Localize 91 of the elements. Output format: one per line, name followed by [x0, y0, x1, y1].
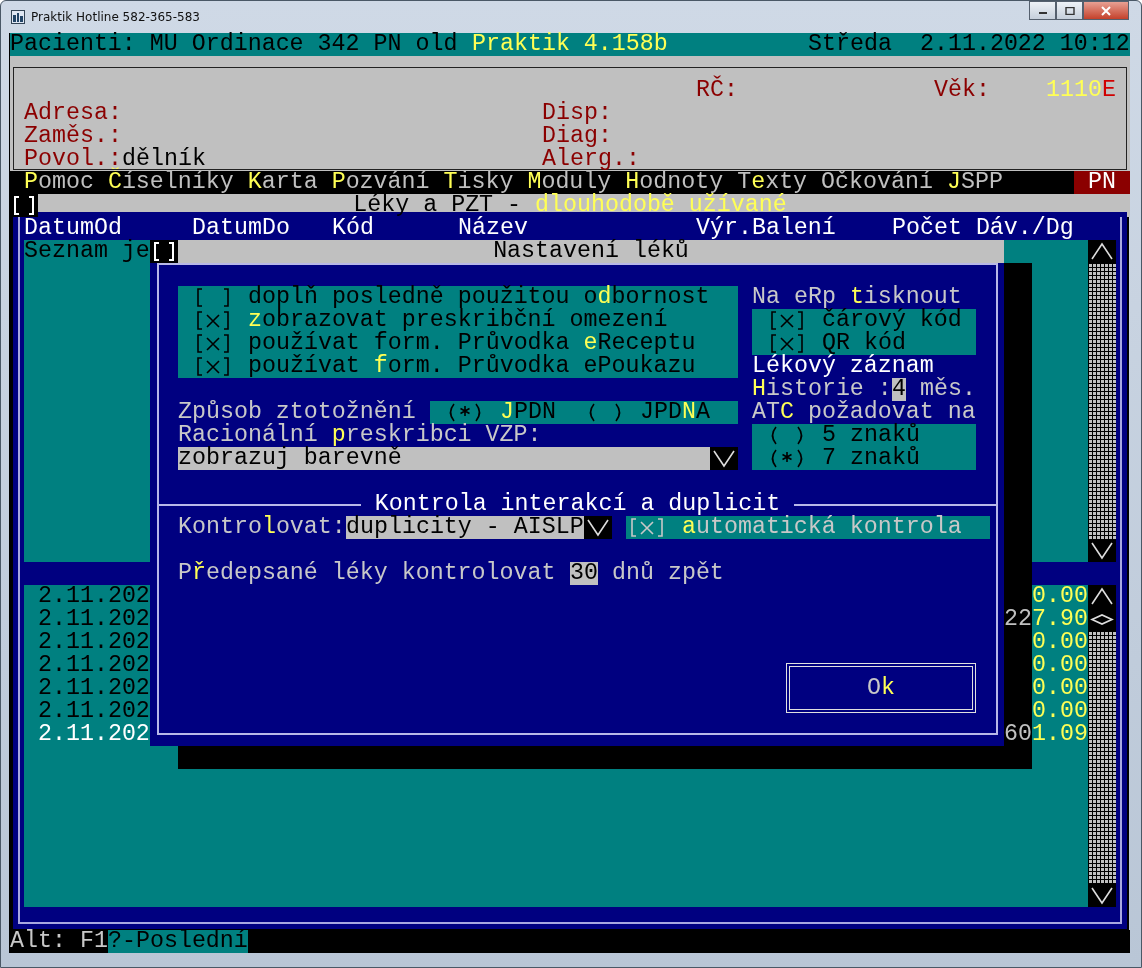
- checkbox-option[interactable]: čárový kód: [766, 309, 976, 332]
- shortcut-hint: ?-Poslední: [108, 930, 248, 953]
- mode-badge: PN: [1074, 171, 1130, 194]
- column-header: Název: [458, 217, 528, 240]
- scroll-up-icon[interactable]: [1088, 240, 1116, 263]
- ok-button[interactable]: Ok: [786, 663, 976, 713]
- checkbox-option[interactable]: zobrazovat preskribční omezení: [192, 309, 738, 332]
- maximize-icon: [1064, 6, 1075, 15]
- value-cell: 0.00: [1032, 631, 1088, 654]
- field-label: Disp:: [542, 102, 612, 125]
- minimize-button[interactable]: [1029, 1, 1056, 20]
- dropdown-field[interactable]: zobrazuj barevně: [178, 447, 710, 470]
- column-header: Výr.Balení: [696, 217, 836, 240]
- maximize-button[interactable]: [1056, 1, 1083, 20]
- app-version: Praktik 4.158b: [472, 33, 668, 56]
- value-cell: 7.90: [1032, 608, 1088, 631]
- radio-option[interactable]: 7 znaků: [766, 447, 976, 470]
- date-time: 2.11.2022 10:12: [920, 33, 1130, 56]
- field-label: Historie :: [752, 378, 892, 401]
- list-title: Léky a PZT - dlouhodobě užívané: [353, 194, 787, 217]
- menu-item[interactable]: Tisky: [443, 171, 514, 194]
- date-cell: 2.11.202: [38, 723, 150, 746]
- days-input[interactable]: 30: [570, 562, 598, 585]
- menu-item[interactable]: Hodnoty: [625, 171, 724, 194]
- close-button[interactable]: [1083, 1, 1129, 20]
- unit-label: měs.: [920, 378, 976, 401]
- table-cell: 22: [1004, 608, 1032, 631]
- scroll-up-icon[interactable]: [1088, 585, 1116, 608]
- day-name: Středa: [808, 33, 892, 56]
- value-cell: 0.00: [1032, 677, 1088, 700]
- menu-item[interactable]: Karta: [247, 171, 318, 194]
- window-title: Praktik Hotline 582-365-583: [31, 10, 200, 24]
- field-label: Kontrolovat:: [178, 516, 346, 539]
- field-label: Zaměs.:: [24, 125, 122, 148]
- value-cell: 0.00: [1032, 654, 1088, 677]
- radio-option[interactable]: JPDN: [444, 401, 584, 424]
- value-cell: 1.09: [1032, 723, 1088, 746]
- shortcut-key: Alt: F1: [10, 930, 108, 953]
- date-cell: 2.11.202: [38, 654, 150, 677]
- radio-option[interactable]: JPDNA: [584, 401, 724, 424]
- field-label: Alerg.:: [542, 148, 640, 171]
- close-icon: [1100, 5, 1112, 16]
- column-header: DatumOd: [24, 217, 122, 240]
- field-value: dělník: [122, 148, 206, 171]
- radio-option[interactable]: 5 znaků: [766, 424, 976, 447]
- field-label: Diag:: [542, 125, 612, 148]
- field-label: Adresa:: [24, 102, 122, 125]
- scroll-down-icon[interactable]: [1088, 539, 1116, 562]
- dropdown-arrow-icon[interactable]: [710, 447, 738, 470]
- dialog-title: Nastavení léků: [178, 240, 1004, 263]
- date-cell: 2.11.202: [38, 631, 150, 654]
- table-cell: 60: [1004, 723, 1032, 746]
- menu-item[interactable]: JSPP: [946, 171, 1003, 194]
- app-icon: [11, 10, 25, 24]
- field-label: Racionální preskribci VZP:: [178, 424, 542, 447]
- scroll-thumb-icon[interactable]: [1088, 608, 1116, 631]
- field-label: Způsob ztotožnění: [178, 401, 416, 424]
- menu-item[interactable]: Texty: [737, 171, 808, 194]
- date-cell: 2.11.202: [38, 608, 150, 631]
- menu-item[interactable]: Pomoc: [24, 171, 94, 194]
- column-header: Kód: [332, 217, 374, 240]
- close-box-icon[interactable]: [150, 240, 178, 263]
- history-input[interactable]: 4: [892, 378, 906, 401]
- header-info: Pacienti: MU Ordinace 342 PN old: [10, 33, 458, 56]
- patient-code: 1110: [1046, 79, 1102, 102]
- date-cell: 2.11.202: [38, 585, 150, 608]
- checkbox-option[interactable]: doplň posledně použitou odbornost: [192, 286, 738, 309]
- list-note: Seznam je: [24, 240, 150, 263]
- unit-label: dnů zpět: [612, 562, 724, 585]
- section-heading: Lékový záznam: [752, 355, 934, 378]
- menu-item[interactable]: Moduly: [527, 171, 612, 194]
- dropdown-field[interactable]: duplicity - AISLP: [346, 516, 584, 539]
- checkbox-option[interactable]: používat form. Průvodka ePoukazu: [192, 355, 738, 378]
- menu-item[interactable]: Pozvání: [331, 171, 430, 194]
- section-label: ATC požadovat na: [752, 401, 976, 424]
- checkbox-option[interactable]: používat form. Průvodka eReceptu: [192, 332, 738, 355]
- field-label: Věk:: [934, 79, 990, 102]
- dropdown-arrow-icon[interactable]: [584, 516, 612, 539]
- date-cell: 2.11.202: [38, 700, 150, 723]
- checkbox-option[interactable]: QR kód: [766, 332, 976, 355]
- code-suffix: E: [1102, 79, 1116, 102]
- value-cell: 0.00: [1032, 700, 1088, 723]
- column-header: Počet Dáv./Dg: [892, 217, 1074, 240]
- close-box-icon[interactable]: [10, 194, 38, 217]
- column-header: DatumDo: [192, 217, 290, 240]
- date-cell: 2.11.202: [38, 677, 150, 700]
- menu-item[interactable]: Očkování: [821, 171, 933, 194]
- section-label: Na eRp tisknout: [752, 286, 962, 309]
- scroll-down-icon[interactable]: [1088, 884, 1116, 907]
- value-cell: 0.00: [1032, 585, 1088, 608]
- field-label: Předepsané léky kontrolovat: [178, 562, 556, 585]
